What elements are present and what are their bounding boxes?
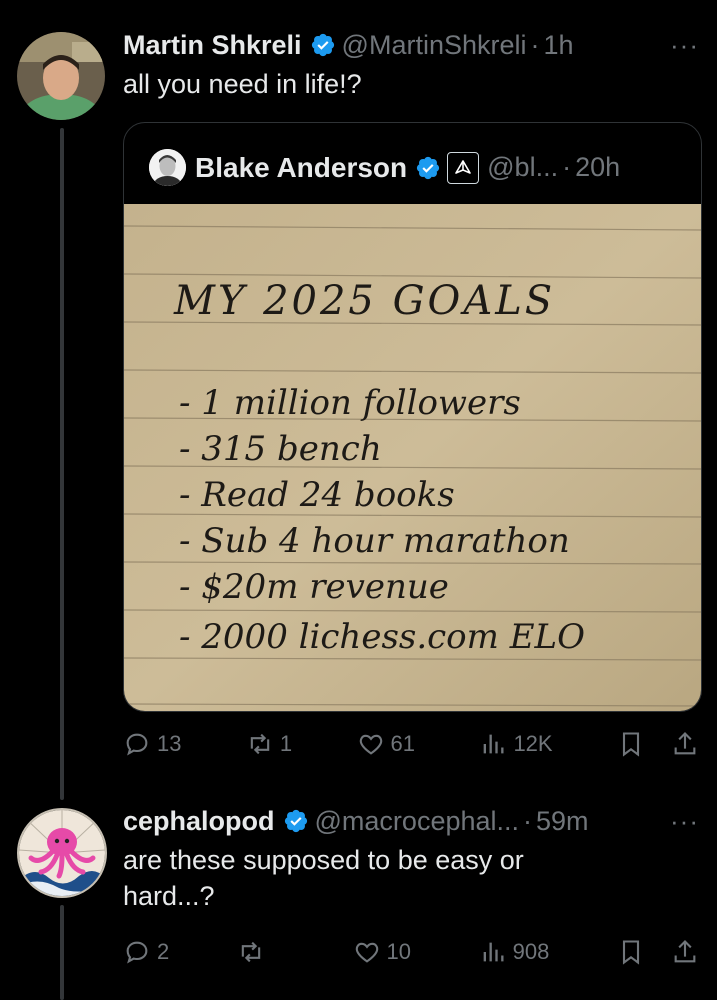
note-item: - 2000 lichess.com ELO	[179, 617, 585, 657]
bookmark-icon[interactable]	[617, 938, 645, 966]
tweet-martin[interactable]: Martin Shkreli @MartinShkreli · 1h ··· a…	[123, 28, 699, 102]
action-icons-right	[617, 730, 699, 758]
separator-dot: ·	[530, 29, 540, 60]
quoted-tweet-header: Blake Anderson @bl... · 20h	[149, 149, 620, 186]
views-count: 12K	[513, 731, 553, 756]
reply-count: 2	[157, 939, 170, 964]
reply-count: 13	[157, 731, 182, 756]
repost-count: 1	[279, 731, 293, 756]
tweet-text: all you need in life!?	[123, 69, 362, 99]
tweet-actions: 13 1 61 12K	[123, 726, 699, 762]
quoted-timestamp[interactable]: 20h	[575, 152, 620, 183]
note-item: - Sub 4 hour marathon	[179, 521, 570, 561]
tweet-actions: 2 10 908	[123, 934, 699, 970]
share-icon[interactable]	[671, 730, 699, 758]
note-item: - 1 million followers	[179, 383, 521, 423]
quoted-tweet[interactable]: Blake Anderson @bl... · 20h MY 2025 GOAL…	[123, 122, 702, 712]
separator-dot: ·	[523, 805, 533, 836]
reply-icon	[126, 733, 148, 756]
thread-line-top	[60, 128, 64, 800]
affiliation-badge-icon[interactable]	[447, 151, 480, 184]
heart-icon	[359, 734, 382, 755]
like-button[interactable]: 61	[357, 730, 415, 758]
more-options-icon[interactable]: ···	[660, 806, 699, 837]
note-item: - 315 bench	[179, 429, 382, 469]
like-button[interactable]: 10	[353, 938, 411, 966]
reply-icon	[126, 941, 148, 964]
like-count: 61	[390, 731, 416, 756]
avatar-martin[interactable]	[17, 32, 105, 120]
views-chart-icon	[484, 734, 504, 754]
repost-button[interactable]	[237, 938, 285, 966]
share-icon[interactable]	[671, 938, 699, 966]
avatar-cephalopod[interactable]	[17, 808, 107, 898]
author-name[interactable]: cephalopod	[123, 806, 275, 837]
views-button[interactable]: 12K	[479, 730, 553, 758]
separator-dot: ·	[562, 152, 572, 182]
tweet-header: Martin Shkreli @MartinShkreli · 1h ···	[123, 28, 699, 62]
timestamp[interactable]: 1h	[544, 30, 574, 61]
note-item: - Read 24 books	[179, 475, 455, 515]
reply-button[interactable]: 2	[123, 938, 169, 966]
like-count: 10	[386, 939, 411, 964]
heart-icon	[355, 942, 378, 963]
views-chart-icon	[483, 942, 504, 962]
quoted-author-handle[interactable]: @bl...	[487, 152, 558, 183]
quoted-author-name[interactable]: Blake Anderson	[195, 152, 407, 184]
tweet-cephalopod[interactable]: cephalopod @macrocephal... · 59m ··· are…	[123, 804, 699, 914]
note-title: MY 2025 GOALS	[173, 278, 555, 324]
author-name[interactable]: Martin Shkreli	[123, 30, 302, 61]
note-item: - $20m revenue	[179, 567, 449, 607]
action-icons-right	[617, 938, 699, 966]
avatar-blake[interactable]	[149, 149, 186, 186]
views-count: 908	[512, 939, 550, 964]
thread-line-bottom	[60, 905, 64, 1000]
repost-icon	[250, 733, 270, 755]
verified-badge-icon	[284, 809, 307, 833]
author-handle[interactable]: @MartinShkreli	[342, 30, 527, 61]
tweet-header: cephalopod @macrocephal... · 59m ···	[123, 804, 699, 838]
author-handle[interactable]: @macrocephal...	[315, 806, 520, 837]
views-button[interactable]: 908	[479, 938, 550, 966]
repost-button[interactable]: 1	[246, 730, 292, 758]
more-options-icon[interactable]: ···	[660, 30, 699, 61]
verified-badge-icon	[311, 33, 334, 57]
timestamp[interactable]: 59m	[536, 806, 589, 837]
reply-button[interactable]: 13	[123, 730, 181, 758]
bookmark-icon[interactable]	[617, 730, 645, 758]
repost-icon	[241, 941, 261, 963]
tweet-text: are these supposed to be easy or hard...…	[123, 845, 524, 911]
verified-badge-icon	[417, 156, 440, 179]
goals-note-image[interactable]: MY 2025 GOALS - 1 million followers - 31…	[124, 204, 701, 711]
